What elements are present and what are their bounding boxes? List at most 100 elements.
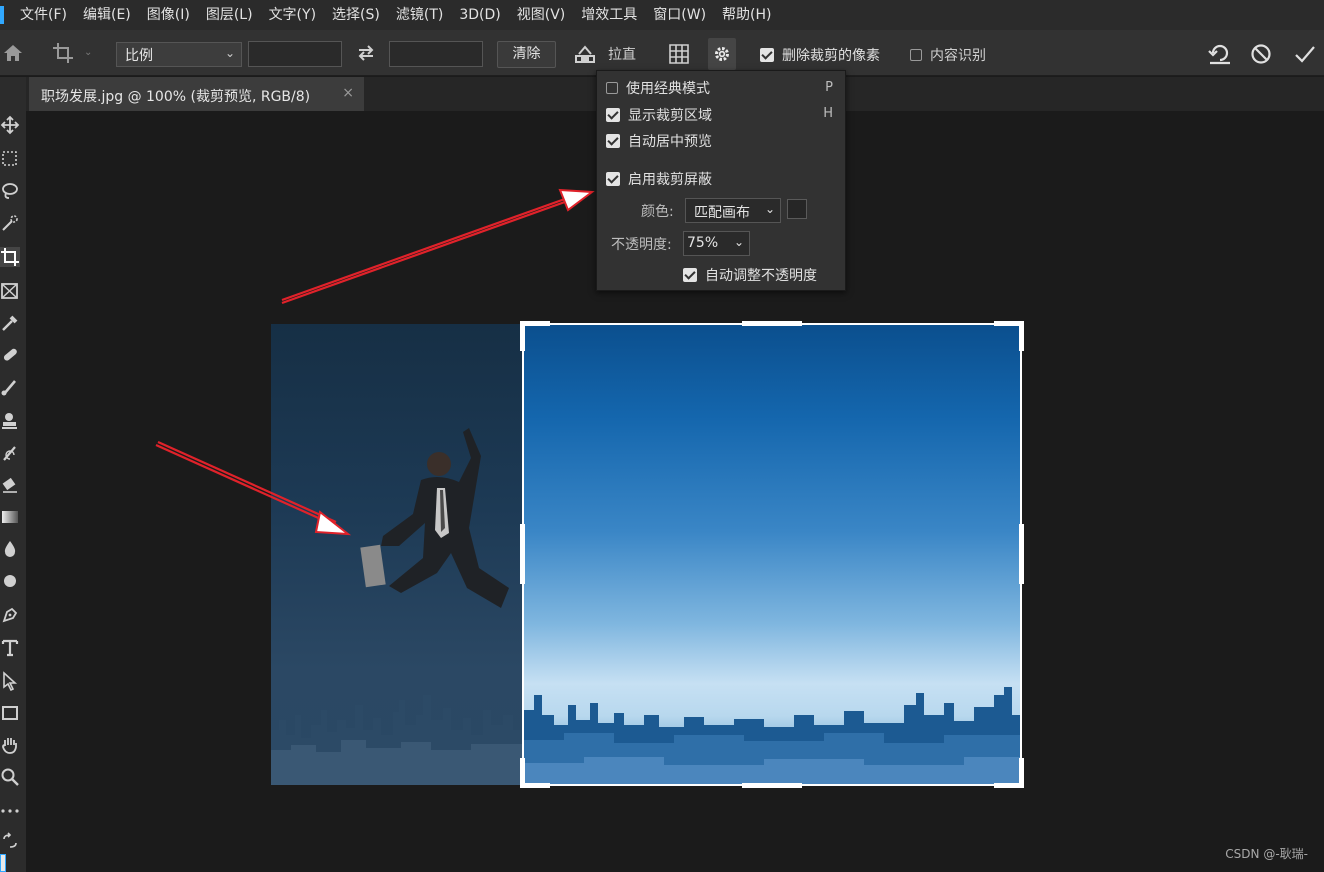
menu-file[interactable]: 文件(F) <box>12 0 75 30</box>
crop-handle-top[interactable] <box>742 321 802 326</box>
crop-tool-icon[interactable] <box>52 42 76 64</box>
content-aware-label: 内容识别 <box>930 48 986 64</box>
crop-handle-bottom[interactable] <box>742 783 802 788</box>
rectangle-tool-icon[interactable] <box>0 703 20 723</box>
gear-icon <box>715 47 729 61</box>
path-selection-tool-icon[interactable] <box>0 671 20 691</box>
grid-overlay-icon[interactable] <box>668 43 690 65</box>
ratio-select-value: 比例 <box>125 48 153 64</box>
app-logo-edge <box>0 6 4 24</box>
crop-tool-icon[interactable] <box>0 247 20 267</box>
chevron-down-icon[interactable]: ⌄ <box>84 47 92 58</box>
straighten-icon[interactable] <box>573 44 597 64</box>
eraser-tool-icon[interactable] <box>0 475 20 495</box>
brush-tool-icon[interactable] <box>0 377 20 397</box>
auto-adjust-opacity-checkbox[interactable] <box>683 268 697 282</box>
reset-icon[interactable] <box>1208 43 1232 65</box>
chevron-down-icon: ⌄ <box>764 202 775 216</box>
quick-selection-tool-icon[interactable] <box>0 213 20 233</box>
menu-3d[interactable]: 3D(D) <box>451 0 508 30</box>
auto-center-preview-checkbox[interactable] <box>606 134 620 148</box>
move-tool-icon[interactable] <box>0 115 20 135</box>
cancel-icon[interactable] <box>1250 43 1272 65</box>
crop-handle-bottom-right-v[interactable] <box>1019 758 1024 788</box>
zoom-tool-icon[interactable] <box>0 767 20 787</box>
menu-layer[interactable]: 图层(L) <box>198 0 261 30</box>
auto-adjust-opacity-option[interactable]: 自动调整不透明度 <box>683 265 817 285</box>
history-brush-tool-icon[interactable] <box>0 443 20 463</box>
delete-cropped-pixels-checkbox[interactable] <box>760 48 774 62</box>
auto-center-preview-label: 自动居中预览 <box>628 134 712 150</box>
eyedropper-tool-icon[interactable] <box>0 313 20 333</box>
pen-tool-icon[interactable] <box>0 605 20 625</box>
delete-cropped-pixels-option[interactable]: 删除裁剪的像素 <box>760 45 880 65</box>
shield-color-label: 颜色: <box>641 204 674 220</box>
menu-view[interactable]: 视图(V) <box>509 0 574 30</box>
height-input[interactable] <box>389 41 483 67</box>
city-skyline-image <box>271 695 523 785</box>
menu-select[interactable]: 选择(S) <box>324 0 388 30</box>
shield-color-value: 匹配画布 <box>694 205 750 221</box>
shield-opacity-value: 75% <box>687 235 719 251</box>
classic-mode-checkbox[interactable] <box>606 82 618 94</box>
dodge-tool-icon[interactable] <box>0 571 20 591</box>
crop-handle-left[interactable] <box>520 524 525 584</box>
menu-filter[interactable]: 滤镜(T) <box>388 0 451 30</box>
jumping-businessman-image <box>360 428 509 608</box>
classic-mode-shortcut: P <box>825 80 833 95</box>
healing-brush-tool-icon[interactable] <box>0 345 20 365</box>
enable-crop-shield-label: 启用裁剪屏蔽 <box>628 172 712 188</box>
auto-adjust-opacity-label: 自动调整不透明度 <box>705 268 817 284</box>
menu-window[interactable]: 窗口(W) <box>645 0 714 30</box>
home-icon[interactable] <box>2 42 24 64</box>
straighten-label[interactable]: 拉直 <box>608 44 636 64</box>
enable-crop-shield-checkbox[interactable] <box>606 172 620 186</box>
menu-type[interactable]: 文字(Y) <box>261 0 324 30</box>
clone-stamp-tool-icon[interactable] <box>0 411 20 431</box>
chevron-down-icon: ⌄ <box>733 235 744 249</box>
ratio-select[interactable]: 比例 ⌄ <box>116 42 242 67</box>
crop-settings-button[interactable] <box>708 38 736 70</box>
show-cropped-area-checkbox[interactable] <box>606 108 620 122</box>
classic-mode-option[interactable]: 使用经典模式 <box>606 78 710 98</box>
crop-handle-top-left-v[interactable] <box>520 321 525 351</box>
menu-help[interactable]: 帮助(H) <box>714 0 779 30</box>
swap-colors-icon[interactable] <box>0 831 20 851</box>
type-tool-icon[interactable] <box>0 637 20 657</box>
clear-button[interactable]: 清除 <box>497 41 556 68</box>
auto-center-preview-option[interactable]: 自动居中预览 <box>606 131 712 151</box>
menu-bar: 文件(F) 编辑(E) 图像(I) 图层(L) 文字(Y) 选择(S) 滤镜(T… <box>0 0 1324 30</box>
width-input[interactable] <box>248 41 342 67</box>
shield-color-swatch[interactable] <box>787 199 807 219</box>
menu-plugins[interactable]: 增效工具 <box>573 0 645 30</box>
crop-handle-right[interactable] <box>1019 524 1024 584</box>
frame-tool-icon[interactable] <box>0 281 20 301</box>
crop-settings-popup: 使用经典模式 P 显示裁剪区域 H 自动居中预览 启用裁剪屏蔽 颜色: 匹配画布… <box>596 70 846 291</box>
content-aware-option[interactable]: 内容识别 <box>910 45 986 65</box>
menu-edit[interactable]: 编辑(E) <box>75 0 139 30</box>
content-aware-checkbox[interactable] <box>910 49 922 61</box>
show-cropped-area-shortcut: H <box>823 106 833 121</box>
marquee-tool-icon[interactable] <box>0 149 20 169</box>
hand-tool-icon[interactable] <box>0 735 20 755</box>
close-icon[interactable]: × <box>342 85 354 101</box>
shield-color-select[interactable]: 匹配画布 ⌄ <box>685 198 781 223</box>
swap-icon[interactable] <box>356 44 376 62</box>
shield-opacity-input[interactable]: 75% ⌄ <box>683 231 750 256</box>
lasso-tool-icon[interactable] <box>0 181 20 201</box>
document-tab-title: 职场发展.jpg @ 100% (裁剪预览, RGB/8) <box>41 89 311 105</box>
classic-mode-label: 使用经典模式 <box>626 81 710 97</box>
commit-checkmark-icon[interactable] <box>1294 43 1316 65</box>
shield-opacity-label: 不透明度: <box>611 237 672 253</box>
foreground-color-swatch[interactable] <box>0 854 6 872</box>
crop-handle-bottom-left-v[interactable] <box>520 758 525 788</box>
menu-image[interactable]: 图像(I) <box>139 0 198 30</box>
blur-tool-icon[interactable] <box>0 539 20 559</box>
show-cropped-area-option[interactable]: 显示裁剪区域 <box>606 105 712 125</box>
enable-crop-shield-option[interactable]: 启用裁剪屏蔽 <box>606 169 712 189</box>
document-tab[interactable]: 职场发展.jpg @ 100% (裁剪预览, RGB/8) × <box>29 77 364 111</box>
crop-bounding-box[interactable] <box>522 323 1022 786</box>
gradient-tool-icon[interactable] <box>0 507 20 527</box>
more-tools-icon[interactable] <box>0 801 20 821</box>
crop-handle-top-right-v[interactable] <box>1019 321 1024 351</box>
